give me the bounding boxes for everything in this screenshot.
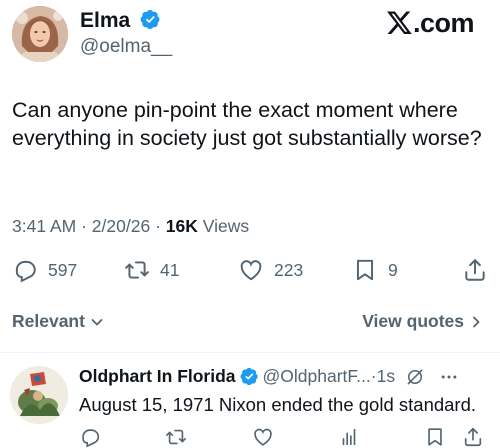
- view-quotes-link[interactable]: View quotes: [362, 311, 484, 332]
- reply-repost-button[interactable]: [165, 426, 187, 448]
- author-avatar[interactable]: [12, 6, 68, 62]
- bookmark-button[interactable]: 9: [352, 256, 398, 284]
- grok-icon[interactable]: [405, 367, 425, 387]
- reply-author-name[interactable]: Oldphart In Florida: [79, 366, 236, 387]
- author-name-text[interactable]: Elma: [80, 9, 130, 32]
- more-options-icon[interactable]: [439, 367, 459, 387]
- views-count: 16K: [165, 216, 198, 236]
- sort-label: Relevant: [12, 311, 85, 331]
- reply-share-button[interactable]: [462, 426, 484, 448]
- reply-like-button[interactable]: [252, 426, 274, 448]
- reply-count: 597: [48, 259, 78, 280]
- heart-icon: [240, 260, 262, 281]
- bookmark-icon: [356, 259, 374, 281]
- author-handle[interactable]: @oelma__: [80, 36, 172, 58]
- heart-icon: [254, 428, 272, 446]
- author-name[interactable]: Elma: [80, 9, 161, 33]
- like-count: 223: [274, 259, 304, 280]
- reply-icon: [82, 429, 100, 448]
- post-time[interactable]: 3:41 AM: [12, 216, 76, 236]
- post-meta: 3:41 AM · 2/20/26 · 16K Views: [12, 216, 249, 237]
- bookmark-icon: [428, 428, 442, 446]
- share-icon: [465, 259, 485, 281]
- reply-views-button[interactable]: [338, 426, 360, 448]
- reply-bookmark-button[interactable]: [424, 426, 446, 448]
- repost-button[interactable]: 41: [124, 256, 179, 284]
- repost-count: 41: [160, 259, 180, 280]
- meta-separator: ·: [155, 216, 161, 236]
- chevron-right-icon: [473, 316, 480, 327]
- reply-icon: [15, 260, 36, 283]
- chevron-down-icon: [91, 318, 103, 325]
- meta-separator: ·: [81, 216, 87, 236]
- brand-logo: .com: [386, 8, 475, 39]
- reply-author-handle[interactable]: @OldphartF...: [263, 366, 371, 387]
- reply-text: August 15, 1971 Nixon ended the gold sta…: [79, 394, 477, 415]
- reply-button[interactable]: 597: [12, 256, 77, 284]
- x-logo-icon: [386, 11, 412, 34]
- verified-badge-icon: [240, 367, 258, 386]
- view-quotes-label: View quotes: [362, 311, 464, 331]
- like-button[interactable]: 223: [238, 256, 303, 284]
- brand-suffix: .com: [412, 8, 475, 38]
- share-button[interactable]: [462, 256, 498, 284]
- post-date[interactable]: 2/20/26: [92, 216, 150, 236]
- reply-reply-button[interactable]: [79, 426, 101, 448]
- bookmark-count: 9: [388, 259, 398, 280]
- reply-author-avatar[interactable]: [10, 366, 68, 424]
- reply-time[interactable]: 1s: [377, 366, 395, 387]
- repost-icon: [166, 429, 186, 445]
- repost-icon: [125, 261, 149, 279]
- views-label: Views: [202, 216, 250, 236]
- sort-dropdown[interactable]: Relevant: [12, 311, 105, 332]
- verified-badge-icon: [140, 9, 160, 30]
- analytics-icon: [342, 428, 356, 446]
- reply-header: Oldphart In Florida @OldphartF... · 1s: [79, 366, 459, 387]
- share-icon: [464, 427, 482, 447]
- divider: [0, 352, 500, 353]
- post-text: Can anyone pin-point the exact moment wh…: [12, 98, 482, 150]
